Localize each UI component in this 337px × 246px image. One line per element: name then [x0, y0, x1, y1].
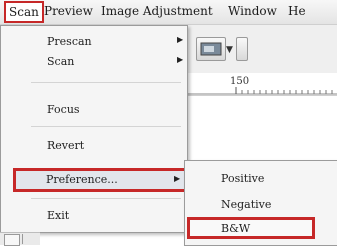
menu-scan[interactable]: Scan	[4, 1, 44, 23]
menu-separator	[31, 82, 181, 83]
preview-window-button[interactable]	[196, 37, 226, 61]
menu-item-label: Exit	[47, 209, 70, 222]
toolbar-button-2[interactable]	[236, 37, 248, 61]
menu-item-label: Preference...	[46, 173, 118, 186]
menu-separator	[31, 198, 181, 199]
menu-item-label: Focus	[47, 103, 80, 116]
submenu-item-positive[interactable]: Positive	[185, 167, 337, 191]
menu-item-label: Scan	[47, 55, 75, 68]
menu-help[interactable]: He	[288, 4, 306, 18]
submenu-item-bw[interactable]: B&W	[187, 217, 315, 239]
ruler: 150	[170, 73, 337, 96]
dropdown-arrow-icon[interactable]: ▼	[226, 45, 233, 55]
menu-separator	[31, 126, 181, 127]
toolbar: ▼	[170, 25, 337, 74]
submenu-item-label: Positive	[221, 172, 265, 185]
menu-image-adjustment[interactable]: Image Adjustment	[101, 4, 213, 18]
submenu-arrow-icon: ▶	[174, 174, 181, 183]
bottom-tabs	[0, 232, 40, 246]
menu-item-label: Prescan	[47, 35, 92, 48]
submenu-item-negative[interactable]: Negative	[185, 193, 337, 217]
menu-item-scan[interactable]: Scan ▶	[1, 50, 187, 74]
menu-preview[interactable]: Preview	[44, 4, 93, 18]
menu-item-exit[interactable]: Exit	[1, 204, 187, 228]
bottom-tab-button[interactable]	[4, 234, 20, 246]
menu-item-focus[interactable]: Focus	[1, 98, 187, 122]
bottom-tab-divider	[22, 234, 23, 244]
menu-item-label: Revert	[47, 139, 85, 152]
submenu-arrow-icon: ▶	[177, 35, 184, 44]
menu-window[interactable]: Window	[228, 4, 277, 18]
menu-item-preference[interactable]: Preference... ▶	[13, 168, 187, 192]
submenu-item-label: Negative	[221, 198, 272, 211]
menu-bar: Scan Preview Image Adjustment Window He	[0, 0, 337, 25]
scan-menu: Prescan ▶ Scan ▶ Focus Revert Preference…	[0, 25, 188, 233]
preference-submenu: Positive Negative B&W	[184, 160, 337, 246]
submenu-arrow-icon: ▶	[177, 55, 184, 64]
menu-item-revert[interactable]: Revert	[1, 134, 187, 158]
submenu-item-label: B&W	[221, 222, 251, 235]
